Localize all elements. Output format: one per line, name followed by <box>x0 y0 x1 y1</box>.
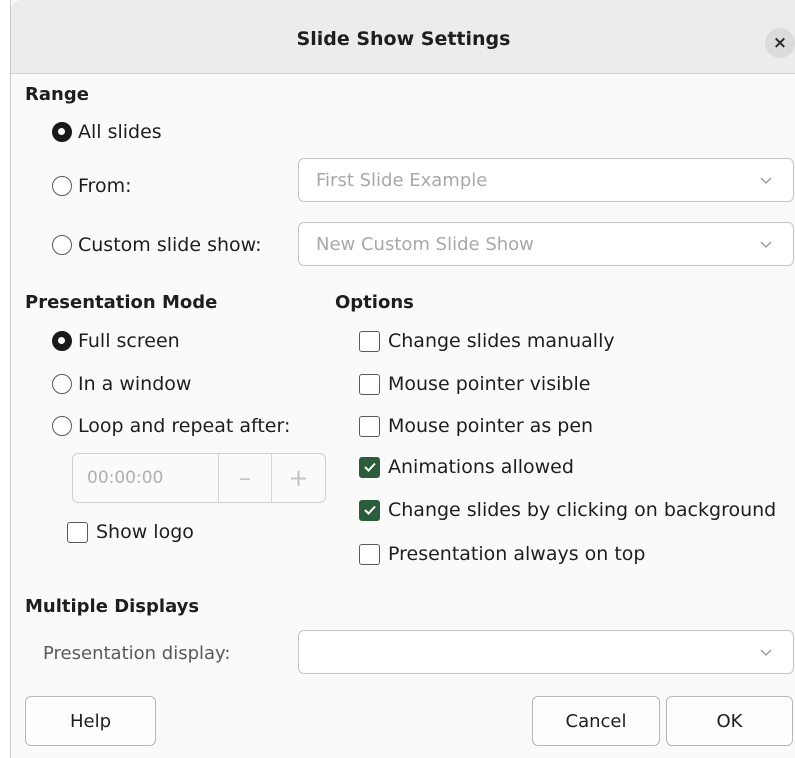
all-slides-radio[interactable]: All slides <box>52 121 162 143</box>
loop-and-repeat-label: Loop and repeat after: <box>78 415 291 437</box>
checkbox-icon <box>359 373 380 395</box>
checkbox-icon <box>359 543 380 565</box>
full-screen-radio[interactable]: Full screen <box>52 330 180 352</box>
full-screen-label: Full screen <box>78 330 180 352</box>
multiple-displays-heading: Multiple Displays <box>25 596 200 617</box>
ok-button[interactable]: OK <box>666 696 793 746</box>
option-checkbox[interactable]: Mouse pointer as pen <box>359 415 593 437</box>
from-label: From: <box>78 175 132 197</box>
close-icon: × <box>772 33 788 53</box>
option-label: Change slides by clicking on background <box>388 499 777 521</box>
loop-time-spinbox[interactable]: 00:00:00 – + <box>72 453 326 503</box>
title-bar: Slide Show Settings × <box>11 0 795 74</box>
option-checkbox[interactable]: Change slides manually <box>359 330 615 352</box>
loop-time-input[interactable]: 00:00:00 <box>73 454 219 502</box>
options-heading: Options <box>335 292 414 313</box>
presentation-display-dropdown[interactable] <box>298 630 794 674</box>
in-a-window-label: In a window <box>78 373 192 395</box>
option-label: Presentation always on top <box>388 543 646 565</box>
minus-icon: – <box>239 464 251 492</box>
slide-show-settings-dialog: Slide Show Settings × Range All slides F… <box>10 0 795 758</box>
range-heading: Range <box>25 84 89 105</box>
radio-selected-icon <box>52 331 72 351</box>
radio-selected-icon <box>52 122 72 142</box>
checkmark-icon <box>359 499 380 521</box>
dialog-title: Slide Show Settings <box>296 28 511 50</box>
in-a-window-radio[interactable]: In a window <box>52 373 191 395</box>
chevron-down-icon <box>760 177 772 184</box>
custom-slide-show-radio[interactable]: Custom slide show: <box>52 234 262 256</box>
decrement-button[interactable]: – <box>219 454 272 502</box>
radio-icon <box>52 416 72 436</box>
option-checkbox[interactable]: Mouse pointer visible <box>359 373 590 395</box>
option-label: Animations allowed <box>388 456 574 478</box>
radio-icon <box>52 235 72 255</box>
custom-slide-show-dropdown[interactable]: New Custom Slide Show <box>298 222 794 266</box>
option-label: Mouse pointer as pen <box>388 415 594 437</box>
option-label: Mouse pointer visible <box>388 373 591 395</box>
from-slide-value: First Slide Example <box>316 169 488 191</box>
checkbox-icon <box>359 415 380 437</box>
help-button[interactable]: Help <box>25 696 156 746</box>
loop-and-repeat-radio[interactable]: Loop and repeat after: <box>52 415 290 437</box>
option-checkbox[interactable]: Presentation always on top <box>359 543 646 565</box>
option-checkbox[interactable]: Animations allowed <box>359 456 574 478</box>
checkmark-icon <box>359 456 380 478</box>
cancel-button[interactable]: Cancel <box>532 696 660 746</box>
checkbox-icon <box>359 330 380 352</box>
option-checkbox[interactable]: Change slides by clicking on background <box>359 499 776 521</box>
option-label: Change slides manually <box>388 330 615 352</box>
chevron-down-icon <box>760 241 772 248</box>
close-button[interactable]: × <box>765 28 795 58</box>
plus-icon: + <box>288 464 309 492</box>
from-slide-dropdown[interactable]: First Slide Example <box>298 158 794 202</box>
presentation-mode-heading: Presentation Mode <box>25 292 218 313</box>
show-logo-checkbox[interactable]: Show logo <box>67 521 194 543</box>
presentation-display-label: Presentation display: <box>43 643 231 664</box>
from-radio[interactable]: From: <box>52 175 131 197</box>
radio-icon <box>52 176 72 196</box>
increment-button[interactable]: + <box>272 454 325 502</box>
chevron-down-icon <box>760 649 772 656</box>
custom-slide-show-value: New Custom Slide Show <box>316 233 534 255</box>
checkbox-icon <box>67 521 88 543</box>
radio-icon <box>52 374 72 394</box>
show-logo-label: Show logo <box>96 521 194 543</box>
custom-slide-show-label: Custom slide show: <box>78 234 262 256</box>
all-slides-label: All slides <box>78 121 162 143</box>
